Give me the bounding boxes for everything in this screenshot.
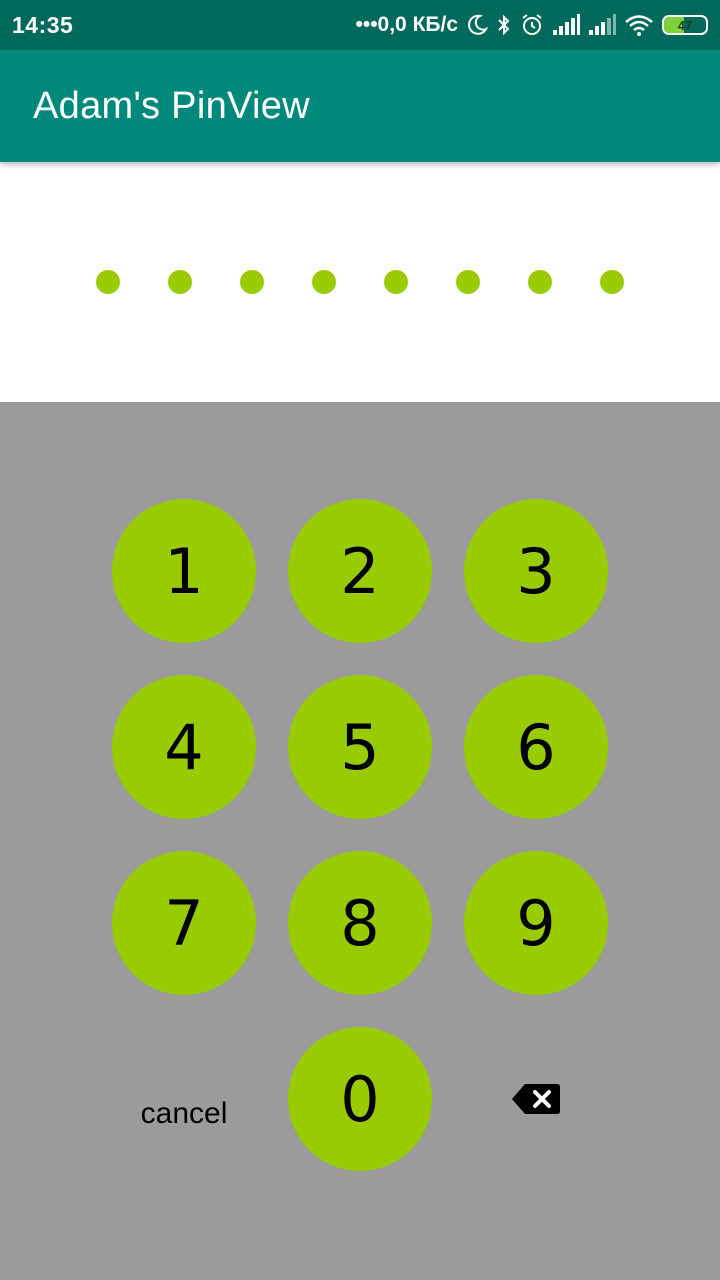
network-speed: •••0,0 КБ/с [355,13,458,36]
key-6[interactable]: 6 [464,675,608,819]
pin-dot [168,270,192,294]
wifi-icon [625,15,653,36]
pin-dot [312,270,336,294]
pin-dot [600,270,624,294]
keypad: 1 2 3 4 5 6 7 8 9 cancel 0 [0,402,720,1280]
key-1[interactable]: 1 [112,499,256,643]
pin-dot [96,270,120,294]
key-2[interactable]: 2 [288,499,432,643]
pin-dot [384,270,408,294]
key-7[interactable]: 7 [112,851,256,995]
cancel-button[interactable]: cancel [112,1074,256,1154]
key-4[interactable]: 4 [112,675,256,819]
app-bar: Adam's PinView [0,50,720,162]
battery-icon: 47 [662,15,708,35]
key-5[interactable]: 5 [288,675,432,819]
pin-indicator [0,162,720,402]
status-time: 14:35 [12,11,74,38]
signal-icon [553,14,580,35]
key-9[interactable]: 9 [464,851,608,995]
key-8[interactable]: 8 [288,851,432,995]
pin-dot [528,270,552,294]
battery-level: 47 [677,17,693,33]
key-3[interactable]: 3 [464,499,608,643]
moon-icon [468,14,488,35]
bluetooth-icon [498,14,510,36]
app-title: Adam's PinView [33,84,310,127]
key-0[interactable]: 0 [288,1027,432,1171]
backspace-button[interactable] [464,1059,608,1139]
backspace-icon [512,1084,560,1114]
alarm-icon [522,14,542,35]
pin-dot [240,270,264,294]
status-icons: •••0,0 КБ/с 47 [355,13,708,37]
pin-dot [456,270,480,294]
signal-icon [589,14,616,35]
status-bar: 14:35 •••0,0 КБ/с 47 [0,0,720,50]
